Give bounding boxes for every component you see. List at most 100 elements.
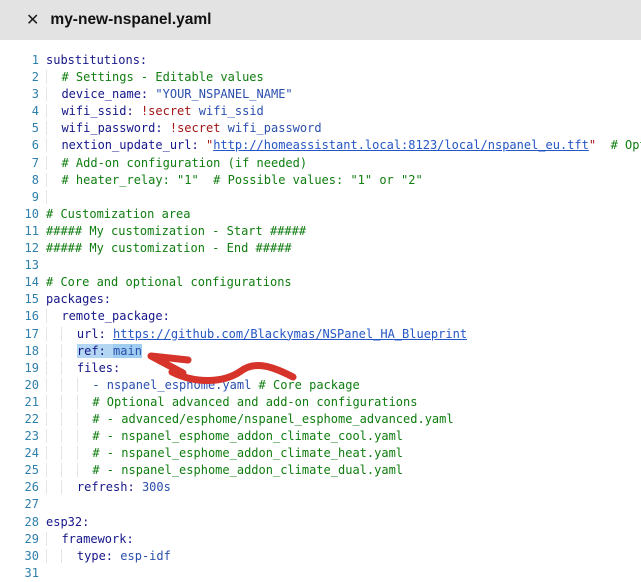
code-text: packages: [46,292,111,306]
editor-titlebar: ✕ my-new-nspanel.yaml [0,0,641,40]
code-token: # - nspanel_esphome_addon_climate_dual.y… [92,463,403,477]
code-line[interactable]: 15 packages: [0,291,641,308]
indent-guide [46,395,61,409]
code-token: files: [77,361,120,375]
code-line[interactable]: 8 # heater_relay: "1" # Possible values:… [0,172,641,189]
code-text: # Add-on configuration (if needed) [46,156,307,170]
line-number: 27 [0,496,39,513]
code-text: ref: main [46,344,142,358]
code-line[interactable]: 1substitutions: [0,52,641,69]
code-line[interactable]: 13 [0,257,641,274]
code-text: # Customization area [46,207,191,221]
code-line[interactable]: 28esp32: [0,514,641,531]
line-number: 30 [0,548,39,565]
code-token: https://github.com/Blackymas/NSPanel_HA_… [113,327,467,341]
line-number: 3 [0,86,39,103]
code-token [134,104,141,118]
code-token: main [113,344,142,358]
code-editor[interactable]: 1substitutions:2 # Settings - Editable v… [0,40,641,582]
line-number: 21 [0,394,39,411]
code-line[interactable]: 26 refresh: 300s [0,479,641,496]
indent-guide [46,138,61,152]
code-token: # heater_relay: "1" # Possible values: "… [61,173,422,187]
code-line[interactable]: 21 # Optional advanced and add-on config… [0,394,641,411]
code-token: # Customization area [46,207,191,221]
line-number: 4 [0,103,39,120]
code-text: # Optional advanced and add-on configura… [46,395,417,409]
indent-guide [46,378,61,392]
line-number: 18 [0,343,39,360]
code-token: ##### My customization - Start ##### [46,224,306,238]
code-text: # - nspanel_esphome_addon_climate_dual.y… [46,463,403,477]
line-number: 13 [0,257,39,274]
code-line[interactable]: 6 nextion_update_url: "http://homeassist… [0,137,641,154]
code-text: type: esp-idf [46,549,171,563]
code-line[interactable]: 12##### My customization - End ##### [0,240,641,257]
indent-guide [46,309,61,323]
code-line[interactable]: 3 device_name: "YOUR_NSPANEL_NAME" [0,86,641,103]
code-text: nextion_update_url: "http://homeassistan… [46,138,641,152]
code-line[interactable]: 24 # - nspanel_esphome_addon_climate_hea… [0,445,641,462]
code-line[interactable]: 5 wifi_password: !secret wifi_password [0,120,641,137]
code-token: device_name: [61,87,148,101]
line-number: 16 [0,308,39,325]
code-line[interactable]: 11##### My customization - Start ##### [0,223,641,240]
code-line[interactable]: 18 ref: main [0,343,641,360]
code-token: # - advanced/esphome/nspanel_esphome_adv… [92,412,453,426]
code-line[interactable]: 23 # - nspanel_esphome_addon_climate_coo… [0,428,641,445]
line-number: 31 [0,565,39,582]
indent-guide [46,361,61,375]
code-token: # Optional advanced and add-on configura… [92,395,417,409]
code-text: remote_package: [46,309,170,323]
code-line[interactable]: 19 files: [0,360,641,377]
indent-guide [61,327,76,341]
indent-guide [61,395,76,409]
line-number: 29 [0,531,39,548]
code-token [596,138,610,152]
indent-guide [46,549,61,563]
indent-guide [61,480,76,494]
indent-guide [46,480,61,494]
indent-guide [77,412,92,426]
code-line[interactable]: 9 [0,189,641,206]
code-text: # Core and optional configurations [46,275,292,289]
close-icon[interactable]: ✕ [26,12,39,28]
code-line[interactable]: 10# Customization area [0,206,641,223]
line-number: 15 [0,291,39,308]
code-line[interactable]: 14# Core and optional configurations [0,274,641,291]
code-line[interactable]: 4 wifi_ssid: !secret wifi_ssid [0,103,641,120]
code-text: # - advanced/esphome/nspanel_esphome_adv… [46,412,454,426]
code-line[interactable]: 27 [0,496,641,513]
code-text: framework: [46,532,134,546]
indent-guide [77,446,92,460]
indent-guide [46,87,61,101]
code-token: # - nspanel_esphome_addon_climate_heat.y… [92,446,403,460]
code-line[interactable]: 25 # - nspanel_esphome_addon_climate_dua… [0,462,641,479]
code-text: device_name: "YOUR_NSPANEL_NAME" [46,87,293,101]
code-text: substitutions: [46,53,147,67]
code-token: framework: [61,532,133,546]
line-number: 6 [0,137,39,154]
line-number: 7 [0,155,39,172]
code-line[interactable]: 22 # - advanced/esphome/nspanel_esphome_… [0,411,641,428]
indent-guide [61,344,76,358]
code-line[interactable]: 17 url: https://github.com/Blackymas/NSP… [0,326,641,343]
code-line[interactable]: 16 remote_package: [0,308,641,325]
code-line[interactable]: 7 # Add-on configuration (if needed) [0,155,641,172]
indent-guide [46,412,61,426]
code-line[interactable]: 30 type: esp-idf [0,548,641,565]
code-text: esp32: [46,515,89,529]
indent-guide [46,121,61,135]
code-text: # - nspanel_esphome_addon_climate_heat.y… [46,446,403,460]
indent-guide [61,549,76,563]
code-line[interactable]: 31 [0,565,641,582]
code-token: type: [77,549,113,563]
code-token: # Settings - Editable values [61,70,263,84]
code-token: esp-idf [120,549,171,563]
code-line[interactable]: 2 # Settings - Editable values [0,69,641,86]
code-line[interactable]: 29 framework: [0,531,641,548]
indent-guide [46,104,61,118]
code-token: 300s [142,480,171,494]
code-text: wifi_password: !secret wifi_password [46,121,322,135]
code-line[interactable]: 20 - nspanel_esphome.yaml # Core package [0,377,641,394]
